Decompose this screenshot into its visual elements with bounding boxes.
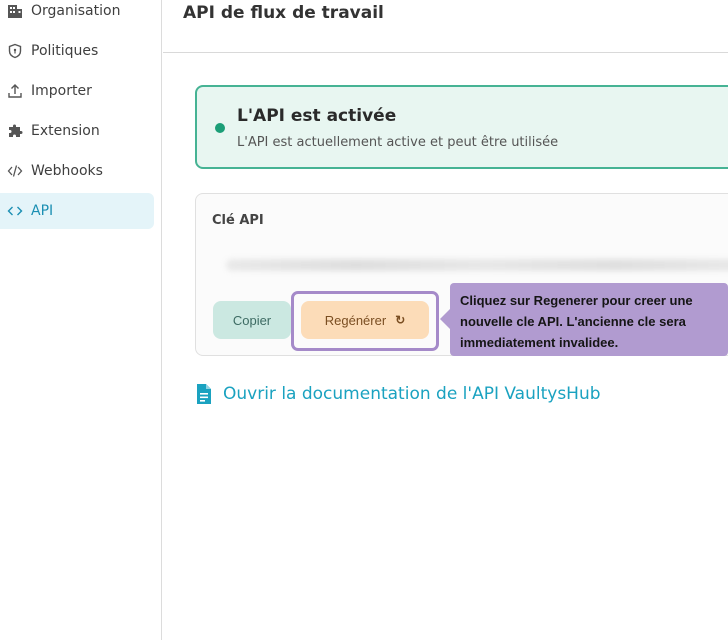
sidebar-item-importer[interactable]: Importer xyxy=(0,73,154,109)
sidebar-item-organisation[interactable]: Organisation xyxy=(0,0,154,29)
sidebar: Organisation Politiques Importer Extensi… xyxy=(0,0,162,640)
guide-tooltip: Cliquez sur Regenerer pour creer une nou… xyxy=(450,283,728,356)
sidebar-item-politiques[interactable]: Politiques xyxy=(0,33,154,69)
upload-icon xyxy=(7,83,23,99)
page-header: API de flux de travail xyxy=(163,0,728,53)
shield-icon xyxy=(7,43,23,59)
sidebar-item-label: Organisation xyxy=(31,3,121,19)
status-subtitle: L'API est actuellement active et peut êt… xyxy=(237,135,559,150)
building-icon xyxy=(7,3,23,19)
sidebar-item-webhooks[interactable]: Webhooks xyxy=(0,153,154,189)
tooltip-text: Cliquez sur Regenerer pour creer une nou… xyxy=(460,293,693,350)
sidebar-item-api[interactable]: API xyxy=(0,193,154,229)
refresh-icon: ↻ xyxy=(395,313,406,327)
code-icon xyxy=(7,203,23,219)
page-title: API de flux de travail xyxy=(183,3,384,23)
tooltip-arrow xyxy=(440,309,450,329)
status-indicator-dot xyxy=(215,123,225,133)
api-status-card: L'API est activée L'API est actuellement… xyxy=(195,85,728,169)
status-title: L'API est activée xyxy=(237,106,397,126)
document-icon xyxy=(195,383,213,405)
regenerate-button-label: Regénérer xyxy=(324,312,387,328)
sidebar-item-label: Politiques xyxy=(31,43,99,59)
api-key-value-masked xyxy=(226,259,728,271)
sidebar-item-extension[interactable]: Extension xyxy=(0,113,154,149)
copy-button[interactable]: Copier xyxy=(213,301,291,339)
api-key-label: Clé API xyxy=(212,213,264,228)
api-docs-link-label: Ouvrir la documentation de l'API Vaultys… xyxy=(223,384,601,404)
sidebar-item-label: Extension xyxy=(31,123,100,139)
api-docs-link[interactable]: Ouvrir la documentation de l'API Vaultys… xyxy=(195,383,601,405)
sidebar-item-label: Webhooks xyxy=(31,163,103,179)
sidebar-item-label: API xyxy=(31,203,54,219)
copy-button-label: Copier xyxy=(232,312,272,328)
regenerate-button[interactable]: Regénérer ↻ xyxy=(301,301,429,339)
sidebar-item-label: Importer xyxy=(31,83,92,99)
puzzle-icon xyxy=(7,123,23,139)
code-slash-icon xyxy=(7,163,23,179)
